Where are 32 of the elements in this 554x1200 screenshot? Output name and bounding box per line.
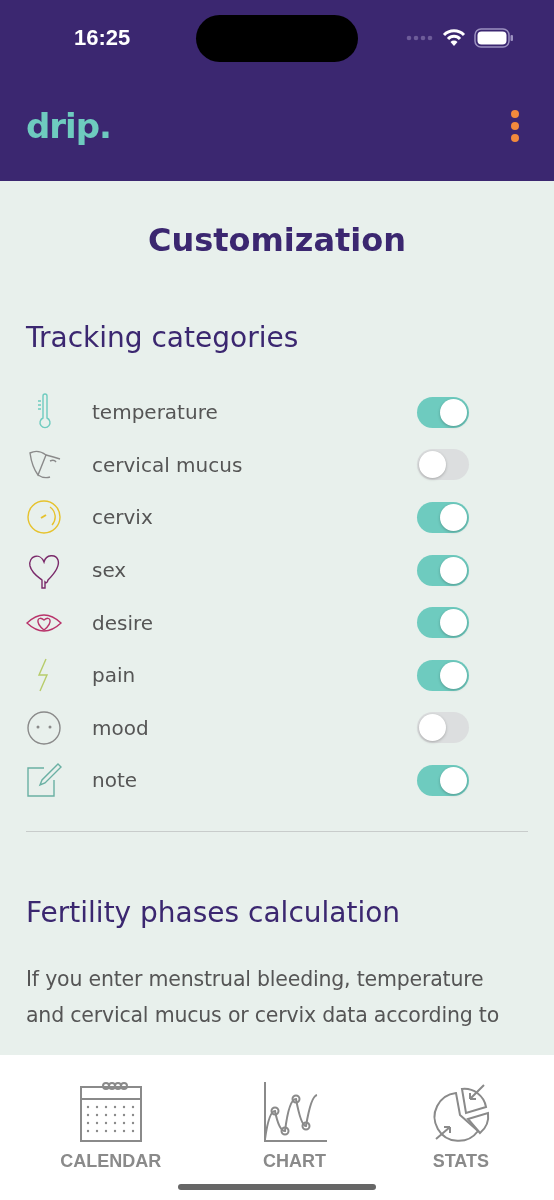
toggle-switch[interactable] [417,449,469,481]
page-title: Customization [146,221,408,259]
nav-tab[interactable]: STATS [427,1081,494,1172]
category-label: temperature [92,400,219,425]
section-heading: Tracking categories [26,321,300,354]
category-label: desire [92,610,155,635]
category-label: note [92,768,139,793]
wifi-icon [442,29,466,47]
toggle-switch[interactable] [417,554,469,586]
calendar-icon [77,1081,144,1143]
category-label: pain [92,663,137,688]
toggle-switch[interactable] [417,502,469,533]
toggle-switch[interactable] [417,607,469,639]
app-logo: drip. [26,106,111,146]
section-heading: Fertility phases calculation [26,895,402,929]
line-chart-icon [261,1081,328,1143]
toggle-switch[interactable] [417,396,469,428]
status-time: 16:25 [74,25,132,51]
nav-tab[interactable]: CALENDAR [60,1081,162,1172]
toggle-switch[interactable] [417,659,469,691]
category-label: cervical mucus [92,452,244,477]
battery-icon [474,28,514,48]
menu-button[interactable] [510,109,520,143]
category-label: sex [92,558,128,583]
nav-tab[interactable]: CHART [261,1081,328,1172]
signal-icon [406,35,434,41]
description-text: If you enter menstrual bleeding, temperature and cervical mucus or cervix data according to [26,965,500,1029]
category-label: mood [92,715,150,740]
toggle-switch[interactable] [417,764,469,796]
category-label: cervix [92,505,154,530]
lightning-icon [37,658,51,693]
toggle-switch[interactable] [417,712,469,744]
